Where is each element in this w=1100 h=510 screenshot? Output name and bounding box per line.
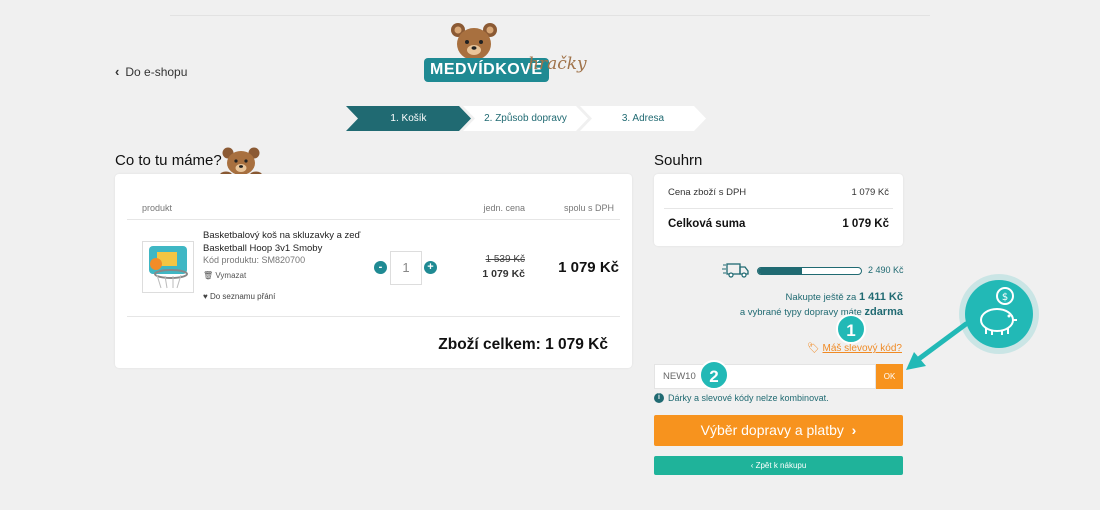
piggy-bank-badge: $ [965,280,1033,348]
logo-script: hračky [528,54,587,74]
back-to-shopping-button[interactable]: ‹ Zpět k nákupu [654,456,903,475]
basketball-hoop-icon [149,246,188,289]
summary-total-value: 1 079 Kč [842,218,889,230]
quantity-increase-button[interactable]: + [424,261,437,274]
trash-icon: 🗑 [203,271,214,280]
step-address[interactable]: 3. Adresa [580,106,706,131]
back-shopping-label: Zpět k nákupu [755,461,807,470]
free-shipping-threshold: 2 490 Kč [868,265,904,275]
product-image[interactable] [142,241,194,293]
top-divider [170,15,930,16]
back-link-label: Do e-shopu [125,64,188,79]
summary-panel: Cena zboží s DPH 1 079 Kč Celková suma 1… [654,174,903,246]
continue-label: Výběr dopravy a platby [700,422,844,438]
quantity-decrease-button[interactable]: - [374,261,387,274]
coupon-link-label: Máš slevový kód? [822,343,902,354]
chevron-left-small-icon: ‹ [750,461,754,470]
summary-title: Souhrn [654,152,703,169]
col-total: spolu s DPH [563,203,614,213]
summary-divider [664,208,893,209]
remove-item-button[interactable]: 🗑 Vymazat [203,271,246,280]
remove-label: Vymazat [215,271,247,280]
summary-goods-label: Cena zboží s DPH [668,187,747,198]
checkout-steps: 1. Košík 2. Způsob dopravy 3. Adresa [346,106,706,131]
coupon-code-input[interactable] [654,364,876,389]
continue-to-shipping-button[interactable]: Výběr dopravy a platby › [654,415,903,446]
wishlist-button[interactable]: ♥ Do seznamu přání [203,292,275,301]
coupon-toggle-link[interactable]: 🏷 Máš slevový kód? [807,343,902,354]
info-icon: i [654,393,664,403]
goods-total: Zboží celkem: 1 079 Kč [438,336,608,353]
bear-logo-icon [451,23,497,60]
step-cart[interactable]: 1. Košík [346,106,471,131]
progress-fill [758,268,803,274]
original-price: 1 539 Kč [485,254,525,265]
summary-total-label: Celková suma [668,218,746,230]
chevron-left-icon: ‹ [115,64,120,79]
product-name[interactable]: Basketbalový koš na skluzavky a zeď Bask… [203,229,378,255]
truck-icon [722,263,749,278]
unit-price: 1 079 Kč [482,268,525,280]
header-divider [127,219,620,220]
summary-total-row: Celková suma 1 079 Kč [668,218,889,230]
ship-msg-free: zdarma [864,306,903,318]
site-logo[interactable]: MEDVÍDKOVÉ hračky [422,20,602,85]
free-shipping-message: Nakupte ještě za 1 411 Kč a vybrané typy… [740,290,903,320]
ship-msg-amount: 1 411 Kč [858,291,903,303]
items-divider [127,316,620,317]
annotation-badge-1: 1 [836,314,866,344]
back-to-shop-link[interactable]: ‹ Do e-shopu [115,64,187,79]
heart-icon: ♥ [203,292,208,301]
ship-msg-prefix: Nakupte ještě za [785,292,857,303]
quantity-input[interactable]: 1 [390,251,422,285]
tag-icon: 🏷 [807,343,820,354]
free-shipping-progress [757,267,862,275]
annotation-badge-2: 2 [699,360,729,390]
coupon-note-text: Dárky a slevové kódy nelze kombinovat. [668,393,829,403]
coupon-info-note: i Dárky a slevové kódy nelze kombinovat. [654,393,829,403]
product-code: Kód produktu: SM820700 [203,255,306,265]
wishlist-label: Do seznamu přání [209,292,276,301]
annotation-arrow-icon [906,321,969,370]
col-product: produkt [142,203,173,213]
chevron-right-icon: › [847,422,857,438]
summary-goods-row: Cena zboží s DPH 1 079 Kč [668,187,889,198]
step-shipping[interactable]: 2. Způsob dopravy [463,106,588,131]
cart-panel: produkt jedn. cena spolu s DPH Basketbal… [115,174,632,368]
svg-text:$: $ [1002,292,1008,303]
col-unit-price: jedn. cena [483,203,525,213]
line-total: 1 079 Kč [558,259,619,276]
coupon-apply-button[interactable]: OK [876,364,903,389]
summary-goods-value: 1 079 Kč [851,187,890,198]
cart-title: Co to tu máme? [115,152,222,169]
piggy-bank-icon: $ [980,287,1017,335]
